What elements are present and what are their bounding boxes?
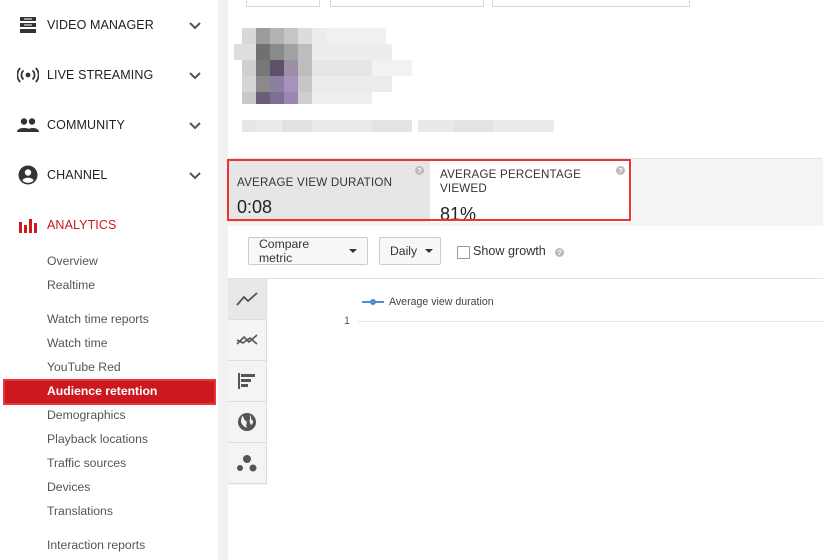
nav-community[interactable]: COMMUNITY [0, 100, 218, 150]
compare-metric-dropdown[interactable]: Compare metric [248, 237, 368, 265]
video-manager-icon [17, 14, 39, 36]
chart-tab-multi-line[interactable] [228, 320, 266, 361]
nav-video-manager[interactable]: VIDEO MANAGER [0, 0, 218, 50]
dropdown-caret-icon [425, 249, 434, 253]
multi-line-chart-icon [236, 334, 258, 345]
help-icon[interactable]: ? [415, 166, 424, 175]
chart-legend: Average view duration [362, 296, 494, 308]
top-control[interactable] [330, 0, 484, 7]
sidebar-item-audience-retention[interactable]: Audience retention [3, 379, 216, 405]
nav-channel-label: CHANNEL [47, 168, 108, 182]
nav-analytics[interactable]: ANALYTICS [0, 200, 218, 250]
daily-label: Daily [390, 244, 418, 258]
metric-label: AVERAGE VIEW DURATION [237, 176, 393, 189]
metric-average-percentage-viewed[interactable]: AVERAGE PERCENTAGE VIEWED 81% ? [430, 160, 632, 224]
globe-icon [238, 413, 256, 431]
compare-metric-label: Compare metric [259, 237, 310, 265]
video-title-blurred [242, 120, 554, 132]
sidebar-item-playback-locations[interactable]: Playback locations [47, 430, 148, 448]
chart-type-tabs [228, 279, 267, 485]
legend-line-marker [362, 299, 384, 306]
show-growth-label: Show growth [473, 244, 546, 258]
community-icon [17, 114, 39, 136]
sidebar-divider [218, 0, 228, 560]
nav-community-label: COMMUNITY [47, 118, 125, 132]
chevron-down-icon [189, 22, 201, 30]
sidebar-item-watch-time[interactable]: Watch time [47, 334, 108, 352]
dropdown-caret-icon [349, 249, 357, 253]
channel-icon [17, 164, 39, 186]
metric-label: VIEWED [440, 182, 487, 195]
show-growth-checkbox[interactable] [457, 246, 470, 259]
help-icon[interactable]: ? [555, 248, 564, 257]
nav-analytics-label: ANALYTICS [47, 218, 117, 232]
chart-gridline [358, 321, 823, 322]
chart-toolbar: Compare metric Daily Show growth ? [228, 226, 823, 279]
metric-value: 81% [440, 204, 477, 224]
chart-tab-bar[interactable] [228, 361, 266, 402]
sidebar-item-overview[interactable]: Overview [47, 252, 98, 270]
nav-video-manager-label: VIDEO MANAGER [47, 18, 154, 32]
sidebar-item-realtime[interactable]: Realtime [47, 276, 95, 294]
sidebar-item-interaction-reports[interactable]: Interaction reports [47, 536, 145, 554]
sidebar-item-devices[interactable]: Devices [47, 478, 90, 496]
main-content: AVERAGE VIEW DURATION 0:08 ? AVERAGE PER… [228, 0, 823, 560]
help-icon[interactable]: ? [616, 166, 625, 175]
sidebar-item-audience-retention-label: Audience retention [47, 384, 158, 398]
bar-chart-icon [238, 373, 255, 389]
nav-live-streaming[interactable]: LIVE STREAMING [0, 50, 218, 100]
chevron-down-icon [189, 122, 201, 130]
sidebar-item-traffic-sources[interactable]: Traffic sources [47, 454, 126, 472]
nav-channel[interactable]: CHANNEL [0, 150, 218, 200]
sidebar-item-youtube-red[interactable]: YouTube Red [47, 358, 121, 376]
metric-average-view-duration[interactable]: AVERAGE VIEW DURATION 0:08 ? [228, 160, 430, 222]
sidebar-item-translations[interactable]: Translations [47, 502, 113, 520]
daily-dropdown[interactable]: Daily [379, 237, 441, 265]
chevron-down-icon [189, 72, 201, 80]
chart-tab-map[interactable] [228, 402, 266, 443]
sidebar: VIDEO MANAGER LIVE STREAMING COMMUNITY C… [0, 0, 218, 560]
y-tick-label: 1 [344, 315, 350, 327]
chart-area: Average view duration 1 [228, 279, 823, 560]
bubble-chart-icon [237, 455, 257, 472]
chevron-down-icon [189, 172, 201, 180]
video-thumbnail-blurred [234, 26, 449, 108]
sidebar-item-demographics[interactable]: Demographics [47, 406, 126, 424]
metrics-row: AVERAGE VIEW DURATION 0:08 ? AVERAGE PER… [228, 158, 823, 228]
metric-label: AVERAGE PERCENTAGE [440, 168, 582, 181]
metric-value: 0:08 [237, 197, 273, 217]
line-chart-icon [236, 292, 258, 306]
chart-tab-line[interactable] [228, 279, 266, 320]
top-control[interactable] [492, 0, 690, 7]
chart-tab-bubble[interactable] [228, 443, 266, 484]
legend-series-label: Average view duration [389, 296, 494, 308]
sidebar-item-watch-time-reports[interactable]: Watch time reports [47, 310, 149, 328]
nav-live-streaming-label: LIVE STREAMING [47, 68, 154, 82]
analytics-icon [17, 214, 39, 236]
live-streaming-icon [17, 64, 39, 86]
top-control[interactable] [246, 0, 320, 7]
